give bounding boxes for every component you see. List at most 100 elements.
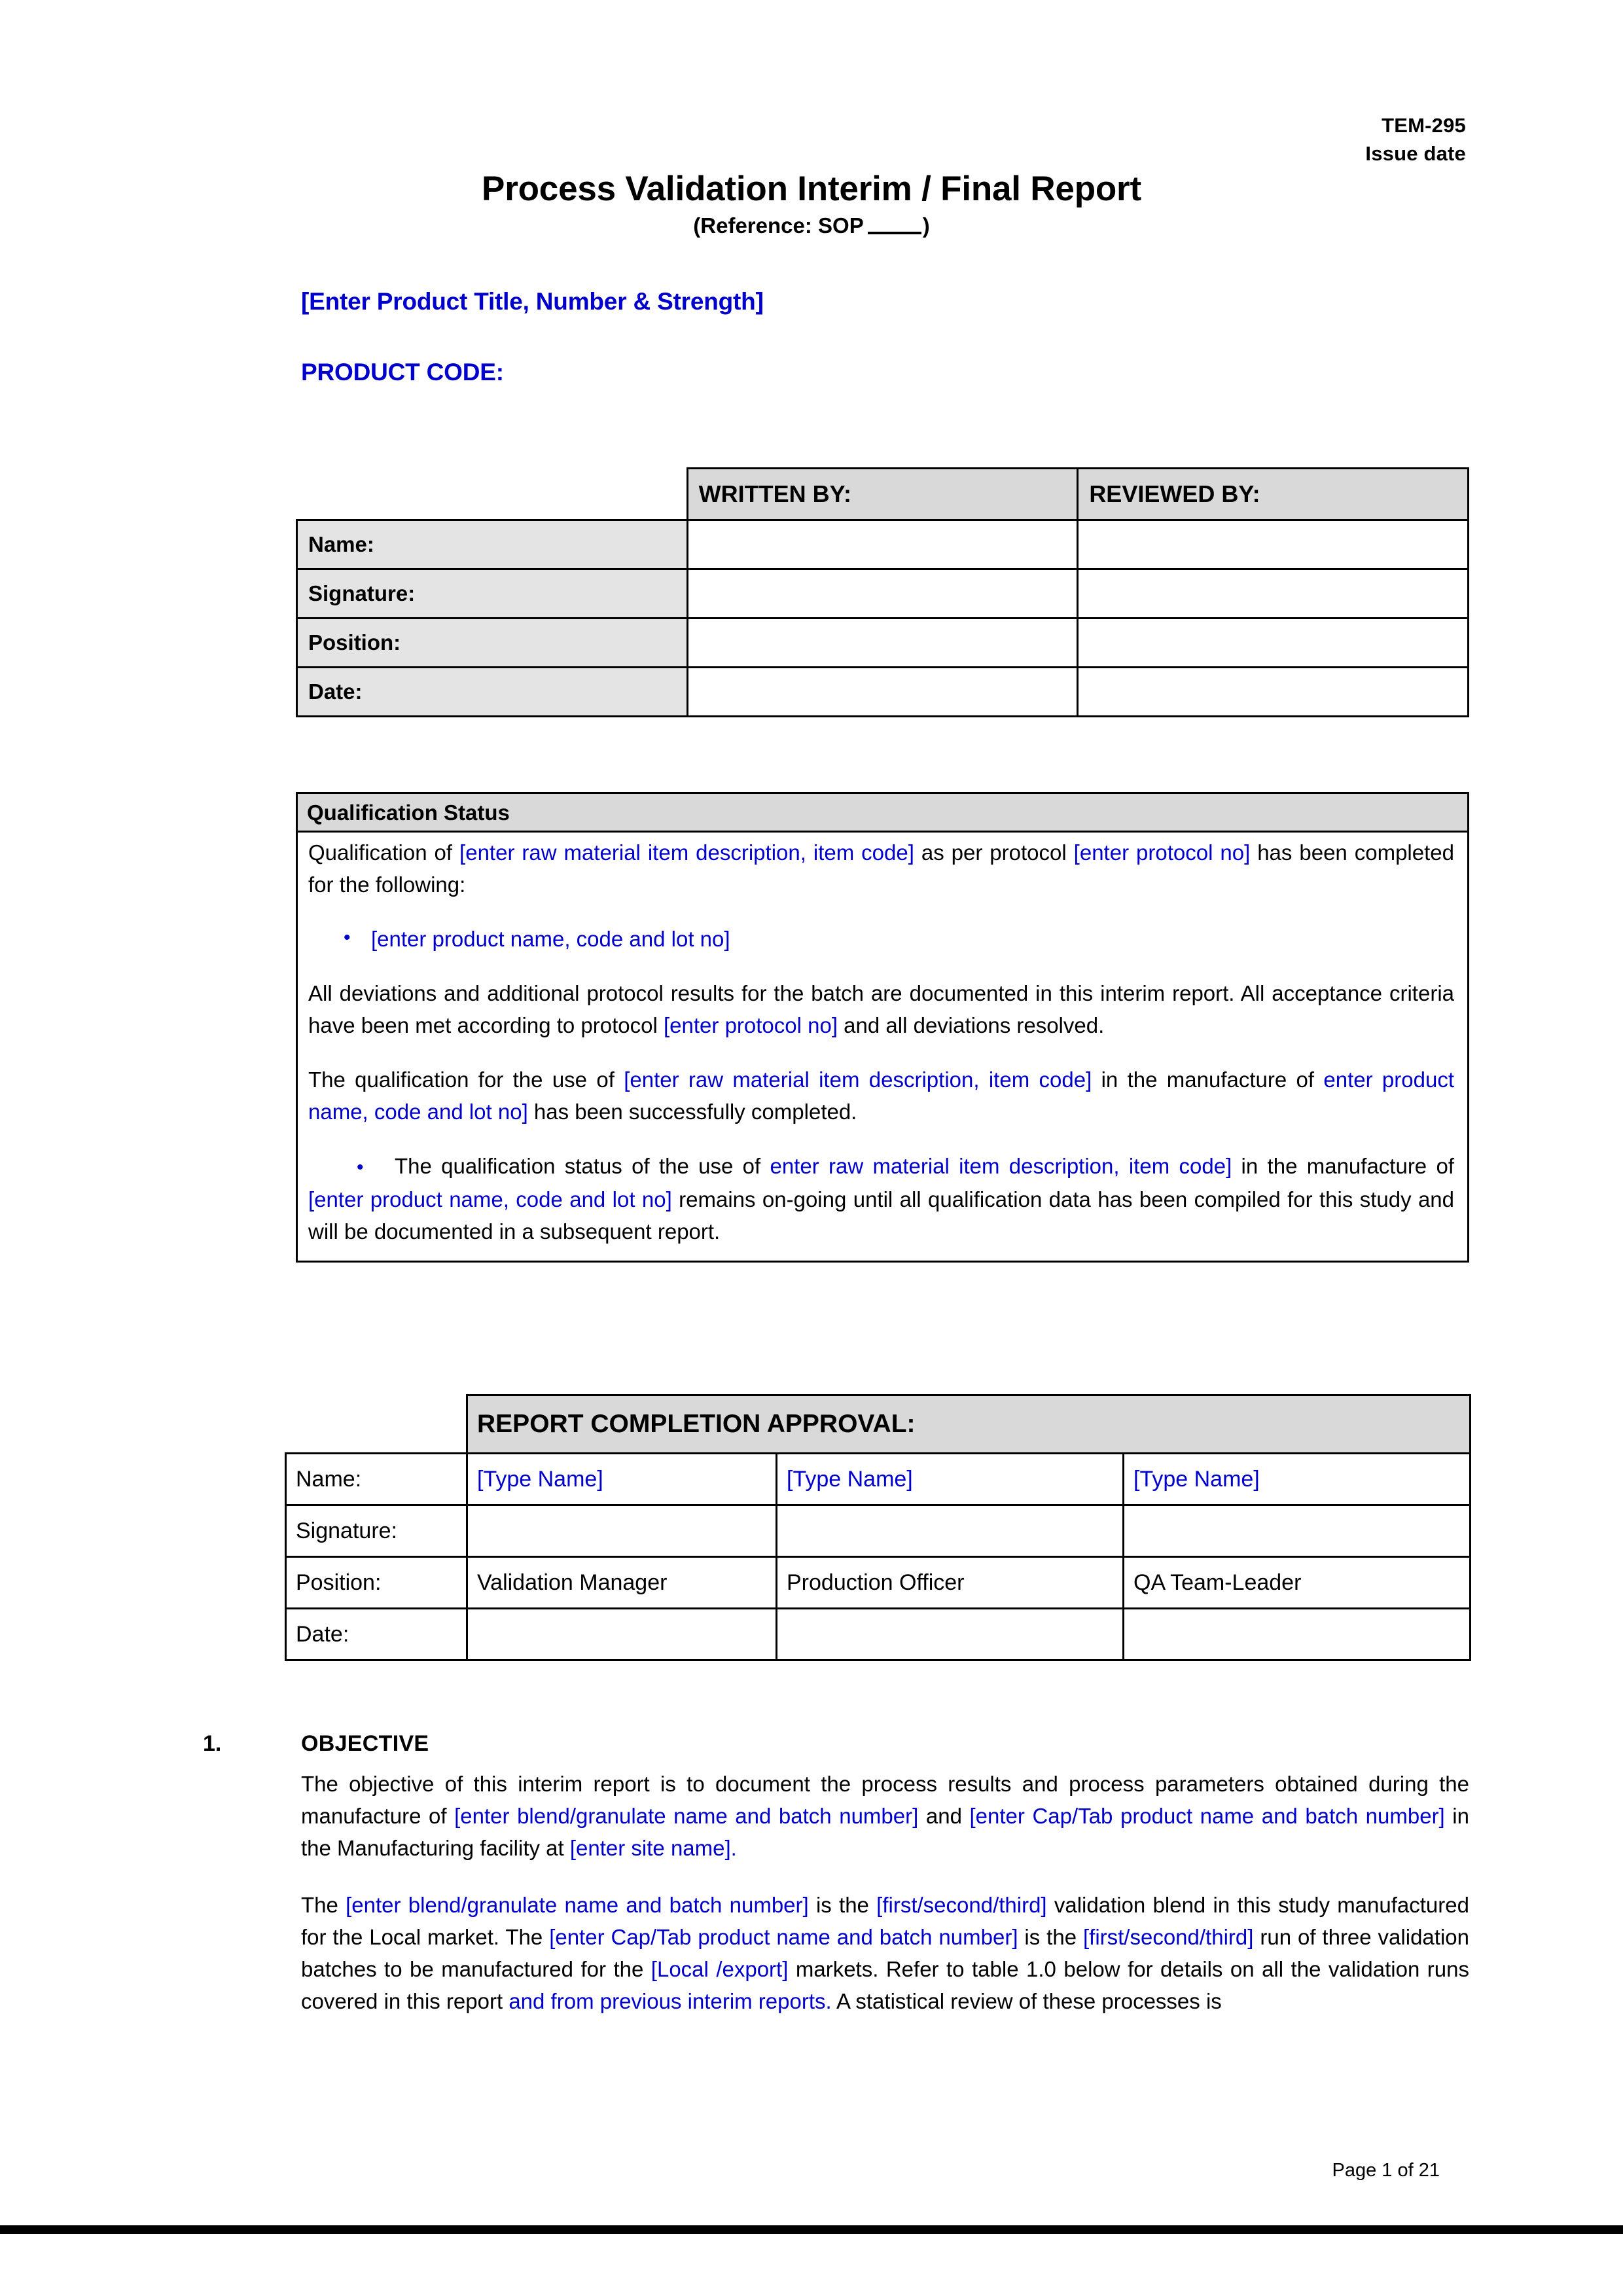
approval-name-3[interactable]: [Type Name] <box>1122 1452 1472 1506</box>
approval-date-1[interactable] <box>466 1607 777 1661</box>
issue-date-label: Issue date <box>1365 142 1466 165</box>
field-name-written-by[interactable] <box>686 519 1079 570</box>
qualification-paragraph-1: Qualification of [enter raw material ite… <box>308 836 1454 901</box>
obj-p2-placeholder-1: [enter blend/granulate name and batch nu… <box>346 1893 809 1917</box>
obj-p2-text-4: is the <box>1018 1925 1083 1949</box>
column-header-reviewed-by: REVIEWED BY: <box>1077 467 1469 521</box>
qualification-bullet-list: [enter product name, code and lot no] <box>308 922 1454 955</box>
obj-p2-placeholder-2: [first/second/third] <box>876 1893 1047 1917</box>
obj-p2-text-1: The <box>301 1893 346 1917</box>
table-row: Position: <box>296 617 1469 668</box>
approval-name-1[interactable]: [Type Name] <box>466 1452 777 1506</box>
document-code: TEM-295 <box>1382 114 1466 137</box>
qual-p1-placeholder-2: [enter protocol no] <box>1073 840 1251 865</box>
obj-p1-placeholder-1: [enter blend/granulate name and batch nu… <box>454 1804 919 1828</box>
approval-signature-2[interactable] <box>776 1504 1124 1558</box>
qualification-status-heading: Qualification Status <box>298 794 1467 833</box>
approval-date-2[interactable] <box>776 1607 1124 1661</box>
approval-position-2: Production Officer <box>776 1556 1124 1609</box>
qual-p3-text-2: in the manufacture of <box>1092 1067 1324 1092</box>
qualification-paragraph-4: • The qualification status of the use of … <box>308 1150 1454 1247</box>
qualification-paragraph-3: The qualification for the use of [enter … <box>308 1064 1454 1128</box>
table-row: Position: Validation Manager Production … <box>285 1556 1472 1609</box>
approval-position-1: Validation Manager <box>466 1556 777 1609</box>
row-label-position: Position: <box>296 617 688 668</box>
title-block: Process Validation Interim / Final Repor… <box>0 169 1623 241</box>
row-label-name: Name: <box>285 1452 468 1506</box>
approval-table-corner <box>285 1395 467 1454</box>
qualification-paragraph-2: All deviations and additional protocol r… <box>308 977 1454 1041</box>
section-number: 1. <box>203 1731 222 1756</box>
product-code-label: PRODUCT CODE: <box>301 359 504 386</box>
field-date-reviewed-by[interactable] <box>1077 666 1469 717</box>
page-footer: Page 1 of 21 <box>0 2160 1440 2181</box>
obj-p2-text-2: is the <box>808 1893 877 1917</box>
footer-rule <box>0 2225 1623 2234</box>
table-row: Date: <box>296 666 1469 717</box>
document-header: TEM-295 Issue date <box>0 111 1466 168</box>
row-label-name: Name: <box>296 519 688 570</box>
row-label-signature: Signature: <box>296 568 688 619</box>
row-label-position: Position: <box>285 1556 468 1609</box>
qual-p1-placeholder-1: [enter raw material item description, it… <box>459 840 914 865</box>
field-name-reviewed-by[interactable] <box>1077 519 1469 570</box>
row-label-date: Date: <box>285 1607 468 1661</box>
page-subtitle: (Reference: SOP) <box>0 211 1623 241</box>
table-row: REPORT COMPLETION APPROVAL: <box>285 1394 1472 1454</box>
table-row: Name: <box>296 519 1469 570</box>
qual-p4-placeholder-2: [enter product name, code and lot no] <box>308 1187 672 1211</box>
objective-paragraph-1: The objective of this interim report is … <box>301 1768 1469 1864</box>
obj-p2-placeholder-6: and from previous interim reports. <box>508 1989 832 2013</box>
qual-p3-text-3: has been successfully completed. <box>527 1100 857 1124</box>
obj-p2-placeholder-4: [first/second/third] <box>1082 1925 1254 1949</box>
obj-p1-placeholder-2: [enter Cap/Tab product name and batch nu… <box>969 1804 1445 1828</box>
list-item: [enter product name, code and lot no] <box>344 922 1454 955</box>
field-date-written-by[interactable] <box>686 666 1079 717</box>
table-row: Signature: <box>296 568 1469 619</box>
section-objective: 1. OBJECTIVE The objective of this inter… <box>203 1731 1469 2017</box>
sop-blank-line <box>867 219 921 234</box>
signature-table: WRITTEN BY: REVIEWED BY: Name: Signature… <box>296 467 1469 717</box>
obj-p2-placeholder-5: [Local /export] <box>651 1957 789 1981</box>
qual-p1-text-2: as per protocol <box>914 840 1074 865</box>
approval-signature-3[interactable] <box>1122 1504 1472 1558</box>
page-number-label: Page 1 of 21 <box>1332 2160 1440 2181</box>
obj-p2-text-7: A statistical review of these processes … <box>831 1989 1222 2013</box>
approval-date-3[interactable] <box>1122 1607 1472 1661</box>
section-body: The objective of this interim report is … <box>301 1731 1469 2017</box>
approval-signature-1[interactable] <box>466 1504 777 1558</box>
qual-p4-text-1: The qualification status of the use of <box>395 1154 770 1178</box>
page-title: Process Validation Interim / Final Repor… <box>482 170 1141 208</box>
approval-table-heading: REPORT COMPLETION APPROVAL: <box>465 1394 1472 1454</box>
qualification-status-box: Qualification Status Qualification of [e… <box>296 792 1469 1263</box>
row-label-date: Date: <box>296 666 688 717</box>
table-row: Signature: <box>285 1504 1472 1558</box>
objective-paragraph-2: The [enter blend/granulate name and batc… <box>301 1889 1469 2017</box>
table-row: WRITTEN BY: REVIEWED BY: <box>296 467 1469 521</box>
qual-p3-text-1: The qualification for the use of <box>308 1067 624 1092</box>
approval-name-2[interactable]: [Type Name] <box>776 1452 1124 1506</box>
product-title-placeholder: [Enter Product Title, Number & Strength] <box>301 288 764 315</box>
qual-p3-placeholder-1: [enter raw material item description, it… <box>624 1067 1092 1092</box>
subtitle-suffix: ) <box>922 213 930 238</box>
field-position-reviewed-by[interactable] <box>1077 617 1469 668</box>
field-position-written-by[interactable] <box>686 617 1079 668</box>
document-page: TEM-295 Issue date Process Validation In… <box>0 0 1623 2296</box>
qual-p4-text-2: in the manufacture of <box>1232 1154 1454 1178</box>
qual-p4-placeholder-1: enter raw material item description, ite… <box>770 1154 1232 1178</box>
row-label-signature: Signature: <box>285 1504 468 1558</box>
table-row: Date: <box>285 1607 1472 1661</box>
field-signature-reviewed-by[interactable] <box>1077 568 1469 619</box>
section-heading: OBJECTIVE <box>301 1731 429 1756</box>
column-header-written-by: WRITTEN BY: <box>686 467 1079 521</box>
qual-p1-text-1: Qualification of <box>308 840 460 865</box>
obj-p1-text-2: and <box>918 1804 970 1828</box>
qual-p2-placeholder-1: [enter protocol no] <box>664 1013 838 1037</box>
report-completion-approval-table: REPORT COMPLETION APPROVAL: Name: [Type … <box>285 1394 1472 1661</box>
signature-table-corner <box>296 468 688 520</box>
field-signature-written-by[interactable] <box>686 568 1079 619</box>
qualification-status-body: Qualification of [enter raw material ite… <box>298 833 1467 1261</box>
obj-p1-placeholder-3: [enter site name]. <box>569 1836 737 1860</box>
qual-p2-text-2: and all deviations resolved. <box>838 1013 1105 1037</box>
bullet-icon: • <box>357 1157 364 1178</box>
